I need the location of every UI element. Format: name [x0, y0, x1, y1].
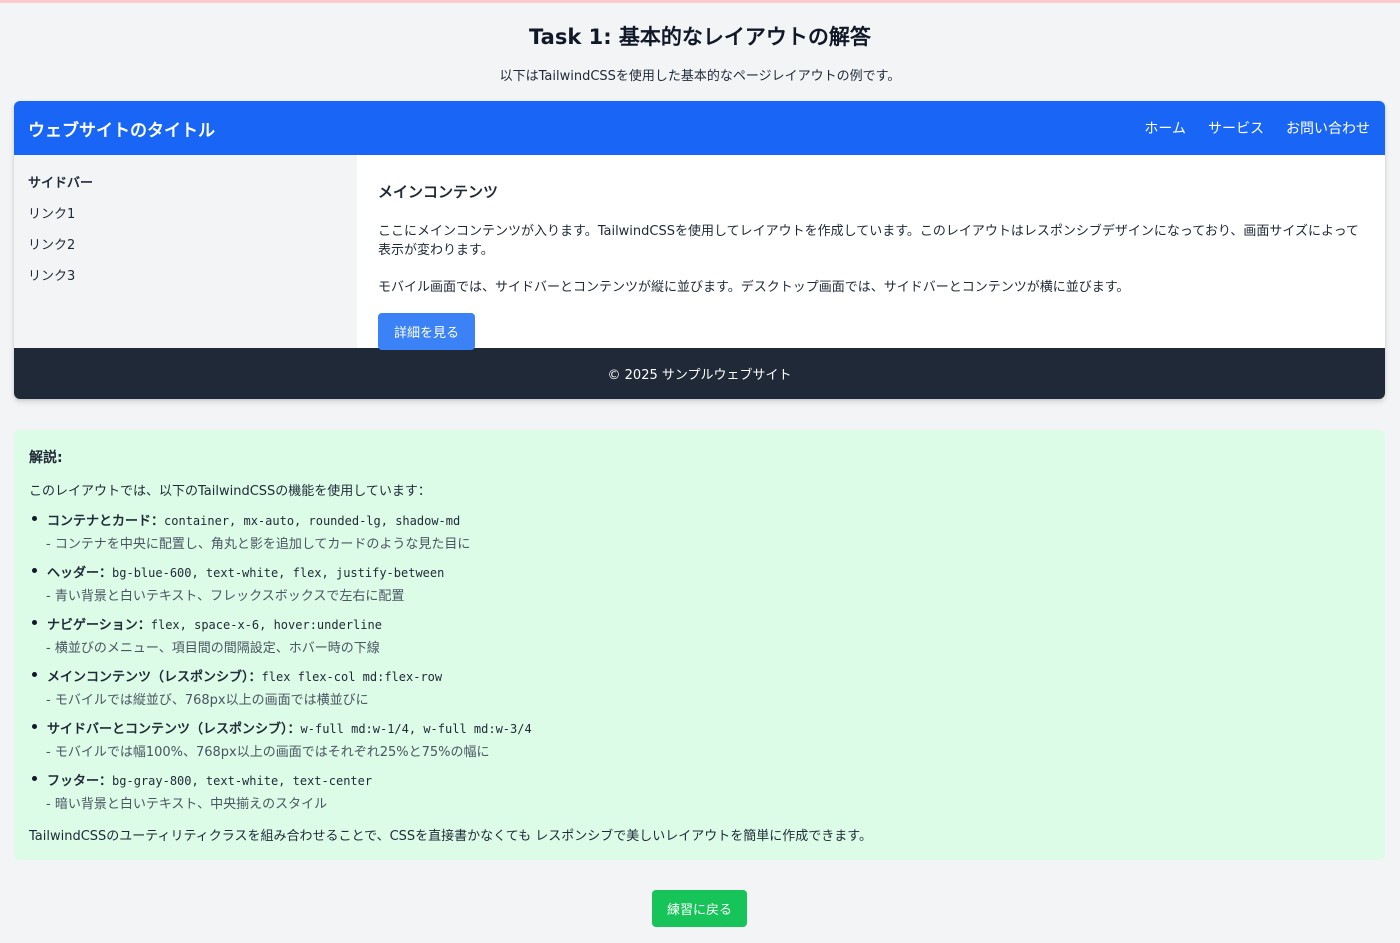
item-label: ヘッダー：	[47, 566, 113, 581]
item-label: フッター：	[47, 774, 113, 789]
list-item: ヘッダー：bg-blue-600, text-white, flex, just…	[29, 562, 1370, 604]
item-label: ナビゲーション：	[47, 618, 151, 633]
demo-nav: ホーム サービス お問い合わせ	[1144, 118, 1370, 138]
list-item: ナビゲーション：flex, space-x-6, hover:underline…	[29, 614, 1370, 656]
item-description: - 暗い背景と白いテキスト、中央揃えのスタイル	[46, 797, 328, 812]
list-item: フッター：bg-gray-800, text-white, text-cente…	[29, 770, 1370, 812]
explanation-outro: TailwindCSSのユーティリティクラスを組み合わせることで、CSSを直接書…	[29, 829, 872, 844]
item-code: bg-gray-800, text-white, text-center	[112, 774, 373, 788]
item-code: w-full md:w-1/4, w-full md:w-3/4	[300, 722, 532, 736]
back-to-practice-button[interactable]: 練習に戻る	[652, 890, 747, 927]
item-description: - モバイルでは幅100%、768px以上の画面ではそれぞれ25%と75%の幅に	[46, 745, 490, 760]
item-description: - 横並びのメニュー、項目間の間隔設定、ホバー時の下線	[46, 641, 380, 656]
sidebar-heading: サイドバー	[28, 176, 94, 191]
nav-item-contact[interactable]: お問い合わせ	[1286, 118, 1370, 138]
explanation-list: コンテナとカード：container, mx-auto, rounded-lg,…	[29, 510, 1370, 812]
item-description: - モバイルでは縦並び、768px以上の画面では横並びに	[46, 693, 369, 708]
item-code: flex flex-col md:flex-row	[261, 670, 443, 684]
main-paragraph-1: ここにメインコンテンツが入ります。TailwindCSSを使用してレイアウトを作…	[378, 224, 1359, 258]
sidebar-link-3[interactable]: リンク3	[28, 265, 343, 284]
explanation-heading: 解説:	[29, 450, 63, 466]
item-code: container, mx-auto, rounded-lg, shadow-m…	[164, 514, 461, 528]
page-title: Task 1: 基本的なレイアウトの解答	[529, 25, 871, 49]
page-subtitle: 以下はTailwindCSSを使用した基本的なページレイアウトの例です。	[499, 69, 901, 84]
demo-main-content: メインコンテンツ ここにメインコンテンツが入ります。TailwindCSSを使用…	[357, 155, 1385, 350]
sidebar-link-1[interactable]: リンク1	[28, 203, 343, 222]
demo-sidebar: サイドバー リンク1 リンク2 リンク3	[14, 155, 357, 348]
item-label: コンテナとカード：	[47, 514, 165, 529]
main-heading: メインコンテンツ	[378, 183, 499, 201]
list-item: コンテナとカード：container, mx-auto, rounded-lg,…	[29, 510, 1370, 552]
list-item: メインコンテンツ（レスポンシブ）：flex flex-col md:flex-r…	[29, 666, 1370, 708]
sidebar-link-2[interactable]: リンク2	[28, 234, 343, 253]
site-title: ウェブサイトのタイトル	[28, 120, 215, 141]
nav-item-home[interactable]: ホーム	[1144, 118, 1186, 138]
item-description: - 青い背景と白いテキスト、フレックスボックスで左右に配置	[46, 589, 405, 604]
explanation-intro: このレイアウトでは、以下のTailwindCSSの機能を使用しています：	[29, 484, 431, 499]
item-code: flex, space-x-6, hover:underline	[150, 618, 382, 632]
nav-item-services[interactable]: サービス	[1208, 118, 1264, 138]
item-label: メインコンテンツ（レスポンシブ）：	[47, 670, 262, 685]
layout-demo-card: ウェブサイトのタイトル ホーム サービス お問い合わせ サイドバー リンク1 リ…	[14, 101, 1385, 399]
item-code: bg-blue-600, text-white, flex, justify-b…	[112, 566, 445, 580]
demo-header: ウェブサイトのタイトル ホーム サービス お問い合わせ	[14, 101, 1385, 155]
details-button[interactable]: 詳細を見る	[378, 313, 476, 350]
demo-footer: © 2025 サンプルウェブサイト	[14, 348, 1385, 399]
explanation-panel: 解説: このレイアウトでは、以下のTailwindCSSの機能を使用しています：…	[14, 430, 1385, 860]
main-paragraph-2: モバイル画面では、サイドバーとコンテンツが縦に並びます。デスクトップ画面では、サ…	[378, 280, 1130, 295]
item-label: サイドバーとコンテンツ（レスポンシブ）：	[47, 722, 301, 737]
list-item: サイドバーとコンテンツ（レスポンシブ）：w-full md:w-1/4, w-f…	[29, 718, 1370, 760]
demo-body: サイドバー リンク1 リンク2 リンク3 メインコンテンツ ここにメインコンテン…	[14, 155, 1385, 350]
item-description: - コンテナを中央に配置し、角丸と影を追加してカードのような見た目に	[46, 537, 471, 552]
